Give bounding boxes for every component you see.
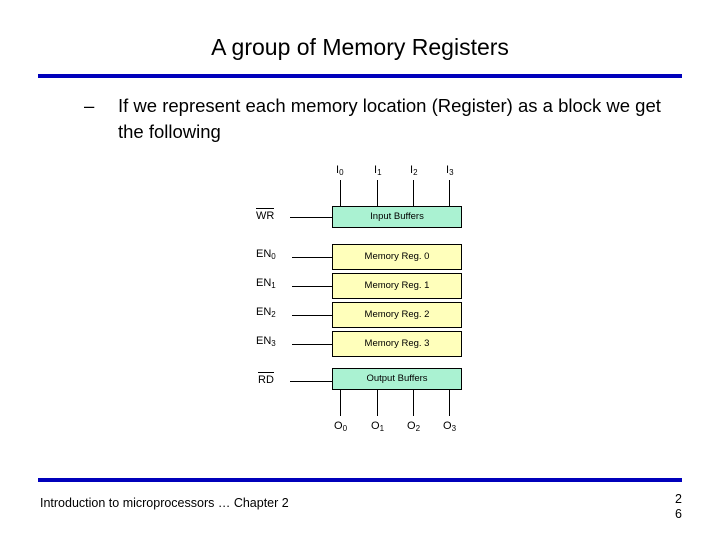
footer-label: Introduction to microprocessors … Chapte… xyxy=(40,496,289,510)
control-signal-en2: EN2 xyxy=(256,306,276,319)
output-port-0: O0 xyxy=(334,420,348,433)
control-signal-wr: WR xyxy=(256,208,275,222)
input-port-1: I1 xyxy=(374,164,382,177)
title-divider xyxy=(38,74,682,78)
input-wire-3 xyxy=(449,180,450,208)
input-port-3: I3 xyxy=(446,164,454,177)
block-output-buffers: Output Buffers xyxy=(332,368,462,390)
control-signal-en1: EN1 xyxy=(256,277,276,290)
control-wire-en2 xyxy=(292,315,332,316)
output-wire-0 xyxy=(340,390,341,416)
output-wire-2 xyxy=(413,390,414,416)
block-memory-reg-3: Memory Reg. 3 xyxy=(332,331,462,357)
footer-divider xyxy=(38,478,682,482)
input-wire-1 xyxy=(377,180,378,208)
bullet-marker: – xyxy=(84,95,95,116)
slide: A group of Memory Registers – If we repr… xyxy=(0,0,720,540)
output-port-1: O1 xyxy=(371,420,385,433)
block-memory-reg-0: Memory Reg. 0 xyxy=(332,244,462,270)
input-wire-0 xyxy=(340,180,341,208)
page-number-line2: 6 xyxy=(675,507,682,521)
bullet-item: – If we represent each memory location (… xyxy=(84,93,684,145)
control-wire-en3 xyxy=(292,344,332,345)
bullet-text: If we represent each memory location (Re… xyxy=(118,95,661,142)
block-memory-reg-2: Memory Reg. 2 xyxy=(332,302,462,328)
control-signal-en3: EN3 xyxy=(256,335,276,348)
input-wire-2 xyxy=(413,180,414,208)
output-port-3: O3 xyxy=(443,420,457,433)
control-signal-rd: RD xyxy=(258,372,274,386)
memory-register-diagram: I0 I1 I2 I3 Input Buffers Memory Reg. 0 … xyxy=(250,160,480,450)
page-title: A group of Memory Registers xyxy=(211,34,509,60)
page-number-line1: 2 xyxy=(675,492,682,506)
page-number: 2 6 xyxy=(675,492,682,522)
output-wire-1 xyxy=(377,390,378,416)
control-signal-en0: EN0 xyxy=(256,248,276,261)
control-wire-en0 xyxy=(292,257,332,258)
control-wire-en1 xyxy=(292,286,332,287)
block-memory-reg-1: Memory Reg. 1 xyxy=(332,273,462,299)
input-port-0: I0 xyxy=(336,164,344,177)
input-port-2: I2 xyxy=(410,164,418,177)
output-port-2: O2 xyxy=(407,420,421,433)
block-input-buffers: Input Buffers xyxy=(332,206,462,228)
output-wire-3 xyxy=(449,390,450,416)
control-wire-rd xyxy=(290,381,332,382)
control-wire-wr xyxy=(290,217,332,218)
